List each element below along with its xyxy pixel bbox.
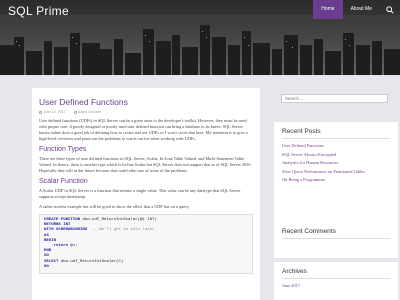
recent-comments-widget: Recent Comments [274, 222, 398, 258]
nav-item-about-me[interactable]: About Me [343, 0, 380, 19]
code-block: CREATE FUNCTION dbo.udf_ReturnIntScalar(… [39, 214, 253, 275]
post-author[interactable]: Adam Gorkem [73, 110, 101, 114]
recent-post-link[interactable]: SQL Server Always Encrypted [282, 152, 390, 158]
post-meta: June 10, 2017 Adam Gorkem [39, 110, 253, 114]
recent-post-link[interactable]: Slow Query Performance on Partitioned Ta… [282, 169, 390, 175]
code-line: GO [44, 264, 49, 269]
section-heading-function-types: Function Types [39, 146, 87, 153]
calendar-icon [39, 110, 42, 114]
recent-comments-title: Recent Comments [282, 228, 390, 239]
city-skyline-image [0, 15, 400, 75]
recent-posts-list: User Defined Functions SQL Server Always… [282, 143, 390, 183]
post-date[interactable]: June 10, 2017 [39, 110, 66, 114]
recent-post-link[interactable]: On Being a Programmer [282, 177, 390, 183]
archives-title: Archives [282, 268, 390, 279]
sidebar-search-input[interactable] [281, 94, 388, 103]
sample-text: A rather useless example but will be goo… [39, 204, 190, 209]
recent-posts-title: Recent Posts [282, 128, 390, 139]
site-title[interactable]: SQL Prime [8, 4, 69, 18]
archives-list: June 2017 [282, 283, 390, 289]
nav-item-home[interactable]: Home [313, 0, 343, 19]
section-heading-scalar-function: Scalar Function [39, 178, 88, 185]
function-types-text: There are three types of user defined fu… [39, 156, 252, 173]
post-article: User Defined Functions June 10, 2017 Ada… [32, 88, 260, 300]
site-header: SQL Prime Home About Me [0, 0, 400, 75]
user-icon [73, 110, 77, 114]
recent-post-link[interactable]: Analytics for Human Resources [282, 160, 390, 166]
recent-post-link[interactable]: User Defined Functions [282, 143, 390, 149]
archives-widget: Archives June 2017 [274, 262, 398, 300]
main-nav: Home About Me [313, 0, 400, 19]
archive-link[interactable]: June 2017 [282, 283, 390, 289]
recent-posts-widget: Recent Posts User Defined Functions SQL … [274, 122, 398, 222]
scalar-function-text: A Scalar UDF in SQL Server is a function… [39, 188, 241, 199]
search-icon[interactable] [380, 0, 400, 19]
post-intro: User defined functions (UDFs) in SQL Ser… [39, 118, 248, 141]
post-title[interactable]: User Defined Functions [39, 97, 253, 107]
